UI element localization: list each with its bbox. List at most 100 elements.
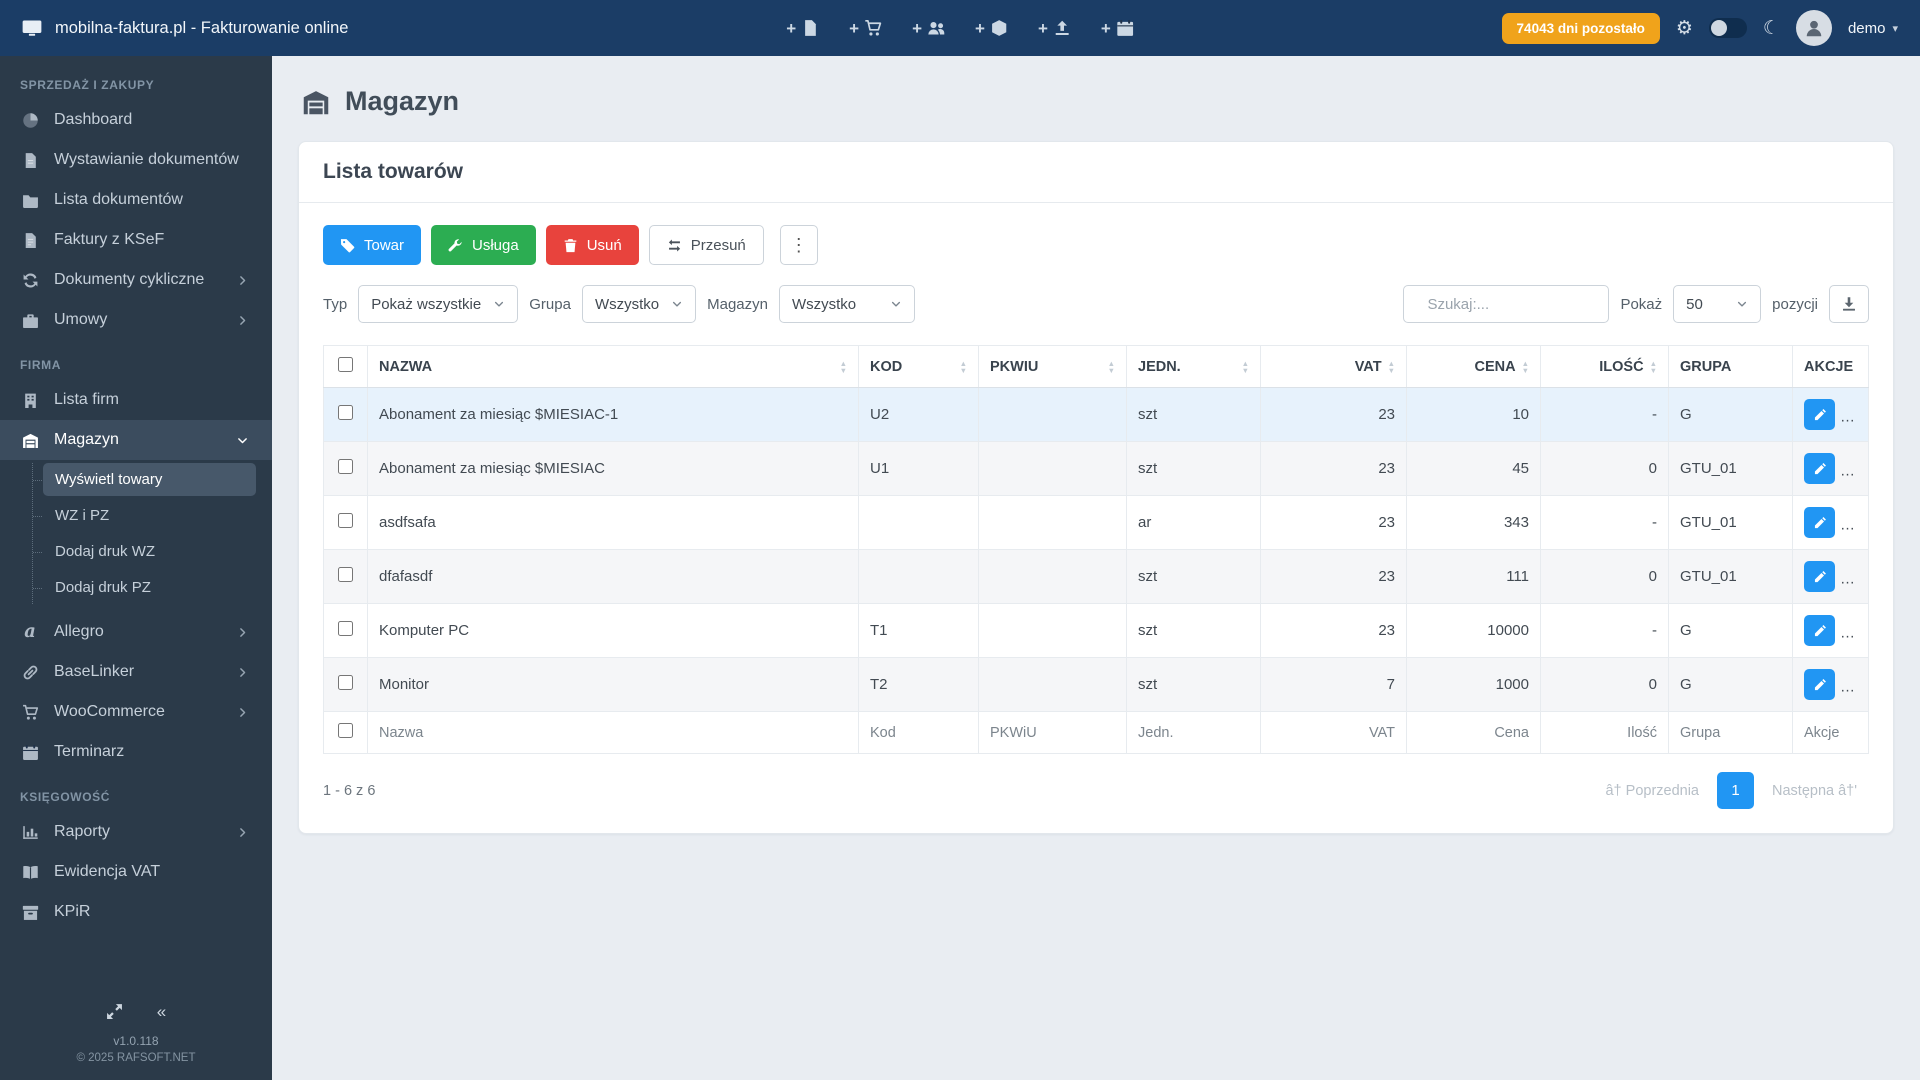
sidebar-item-umowy[interactable]: Umowy — [0, 300, 272, 340]
more-actions-button[interactable]: ⋮ — [779, 225, 818, 265]
moon-icon[interactable]: ☾ — [1763, 19, 1780, 38]
sort-arrows-icon: ▲ ▼ — [1107, 358, 1115, 375]
column-header-grupa: GRUPA — [1668, 345, 1793, 388]
edit-button[interactable] — [1804, 561, 1835, 592]
magazyn-select[interactable]: Wszystko — [778, 285, 915, 323]
pozycji-label: pozycji — [1772, 295, 1818, 313]
row-actions-cell — [1792, 549, 1869, 604]
copyright: © 2025 RAFSOFT.NET — [76, 1052, 196, 1064]
column-header-ilosc[interactable]: ILOŚĆ ▲ ▼ — [1540, 345, 1669, 388]
lista-towarow-card: Lista towarów Towar Usługa Usuń Przesuń — [298, 141, 1894, 834]
search-input[interactable] — [1425, 294, 1597, 314]
sidebar-item-label: Dokumenty cykliczne — [54, 271, 205, 288]
cell-ilosc: 0 — [1540, 441, 1669, 496]
sidebar-item-kpir[interactable]: KPiR — [0, 892, 272, 932]
quick-add-upload-icon[interactable]: + — [1038, 19, 1071, 37]
sort-arrows-icon: ▲ ▼ — [1241, 358, 1249, 375]
row-checkbox[interactable] — [338, 405, 353, 420]
avatar[interactable] — [1795, 10, 1832, 46]
page-size-select[interactable]: 50 — [1673, 285, 1762, 323]
footer-akcje: Akcje — [1792, 711, 1869, 754]
typ-select[interactable]: Pokaż wszystkie — [358, 285, 519, 323]
sidebar-subitem-wyswietl-towary[interactable]: Wyświetl towary — [33, 463, 256, 496]
edit-button[interactable] — [1804, 453, 1835, 484]
row-checkbox[interactable] — [338, 459, 353, 474]
pagination-page-1[interactable]: 1 — [1717, 772, 1754, 809]
sidebar-item-dashboard[interactable]: Dashboard — [0, 100, 272, 140]
sync-icon — [20, 272, 40, 289]
sidebar-item-lista-firm[interactable]: Lista firm — [0, 380, 272, 420]
row-actions-cell — [1792, 603, 1869, 658]
cell-nazwa: Monitor — [367, 657, 859, 712]
days-left-badge[interactable]: 74043 dni pozostało — [1501, 12, 1660, 44]
expand-icon[interactable] — [106, 1003, 123, 1020]
sidebar-subitem-wz-i-pz[interactable]: WZ i PZ — [33, 499, 256, 532]
sidebar-item-woocommerce[interactable]: WooCommerce — [0, 692, 272, 732]
towar-button[interactable]: Towar — [323, 225, 422, 265]
sidebar-item-ewidencja-vat[interactable]: Ewidencja VAT — [0, 852, 272, 892]
quick-add-box-icon[interactable]: + — [975, 19, 1008, 37]
grupa-select[interactable]: Wszystko — [581, 285, 697, 323]
download-button[interactable] — [1829, 285, 1869, 323]
sidebar-subitem-dodaj-druk-pz[interactable]: Dodaj druk PZ — [33, 571, 256, 604]
pagination-next[interactable]: Następna â†' — [1760, 774, 1869, 808]
cell-kod: T2 — [858, 657, 979, 712]
footer-nazwa: Nazwa — [367, 711, 859, 754]
usun-button[interactable]: Usuń — [545, 225, 639, 265]
row-checkbox[interactable] — [338, 567, 353, 582]
sidebar-item-allegro[interactable]: a Allegro — [0, 612, 272, 652]
collapse-sidebar-icon[interactable]: « — [157, 1003, 166, 1020]
sidebar-subitem-dodaj-druk-wz[interactable]: Dodaj druk WZ — [33, 535, 256, 568]
sidebar-item-baselinker[interactable]: BaseLinker — [0, 652, 272, 692]
sidebar-section-header: FIRMA — [20, 358, 61, 372]
przesun-button[interactable]: Przesuń — [648, 225, 764, 265]
column-header-label: VAT — [1354, 358, 1382, 375]
edit-button[interactable] — [1804, 507, 1835, 538]
sidebar-item-label: BaseLinker — [54, 663, 135, 680]
sidebar-item-dokumenty-cykliczne[interactable]: Dokumenty cykliczne — [0, 260, 272, 300]
sidebar-item-magazyn[interactable]: Magazyn — [0, 420, 272, 460]
sidebar-item-raporty[interactable]: Raporty — [0, 812, 272, 852]
quick-add-file-icon[interactable]: + — [786, 19, 819, 37]
sidebar-item-wystawianie-dokumentow[interactable]: Wystawianie dokumentów — [0, 140, 272, 180]
sidebar-item-faktury-z-ksef[interactable]: Faktury z KSeF — [0, 220, 272, 260]
theme-toggle[interactable] — [1708, 18, 1747, 38]
cart-icon — [864, 19, 882, 37]
select-all-checkbox[interactable] — [338, 357, 353, 372]
column-header-nazwa[interactable]: NAZWA ▲ ▼ — [367, 345, 859, 388]
usluga-button[interactable]: Usługa — [431, 225, 536, 265]
row-checkbox[interactable] — [338, 621, 353, 636]
gear-icon[interactable]: ⚙ — [1676, 19, 1693, 38]
quick-add-cart-icon[interactable]: + — [849, 19, 882, 37]
brand-link[interactable]: mobilna-faktura.pl - Fakturowanie online — [22, 18, 348, 38]
column-header-wrap: AKCJE — [1804, 359, 1857, 375]
quick-add-calendar-icon[interactable]: + — [1101, 19, 1134, 37]
row-checkbox[interactable] — [338, 675, 353, 690]
column-header-wrap: JEDN. ▲ ▼ — [1138, 359, 1249, 375]
edit-button[interactable] — [1804, 399, 1835, 430]
cell-cena: 45 — [1406, 441, 1541, 496]
column-header-wrap: GRUPA — [1680, 359, 1781, 375]
chevron-right-icon — [232, 826, 252, 839]
plus-icon: + — [1037, 18, 1048, 38]
sidebar-item-terminarz[interactable]: Terminarz — [0, 732, 272, 772]
row-checkbox[interactable] — [338, 513, 353, 528]
cell-grupa: G — [1668, 387, 1793, 442]
edit-button[interactable] — [1804, 615, 1835, 646]
column-header-kod[interactable]: KOD ▲ ▼ — [858, 345, 979, 388]
app-version: v1.0.118 — [113, 1034, 159, 1048]
typ-label: Typ — [323, 295, 348, 313]
cell-vat: 7 — [1260, 657, 1407, 712]
column-header-jedn[interactable]: JEDN. ▲ ▼ — [1126, 345, 1261, 388]
edit-button[interactable] — [1804, 669, 1835, 700]
pagination-previous[interactable]: â† Poprzednia — [1593, 774, 1711, 808]
quick-add-users-icon[interactable]: + — [912, 19, 945, 37]
column-header-cena[interactable]: CENA ▲ ▼ — [1406, 345, 1541, 388]
column-header-pkwiu[interactable]: PKWIU ▲ ▼ — [978, 345, 1127, 388]
column-header-vat[interactable]: VAT ▲ ▼ — [1260, 345, 1407, 388]
sidebar: SPRZEDAŻ I ZAKUPY Dashboard Wystawianie do… — [0, 56, 272, 1080]
user-menu[interactable]: demo ▾ — [1848, 20, 1898, 37]
footer-checkbox[interactable] — [338, 723, 353, 738]
grupa-select-value: Wszystko — [594, 295, 660, 313]
sidebar-item-lista-dokumentow[interactable]: Lista dokumentów — [0, 180, 272, 220]
